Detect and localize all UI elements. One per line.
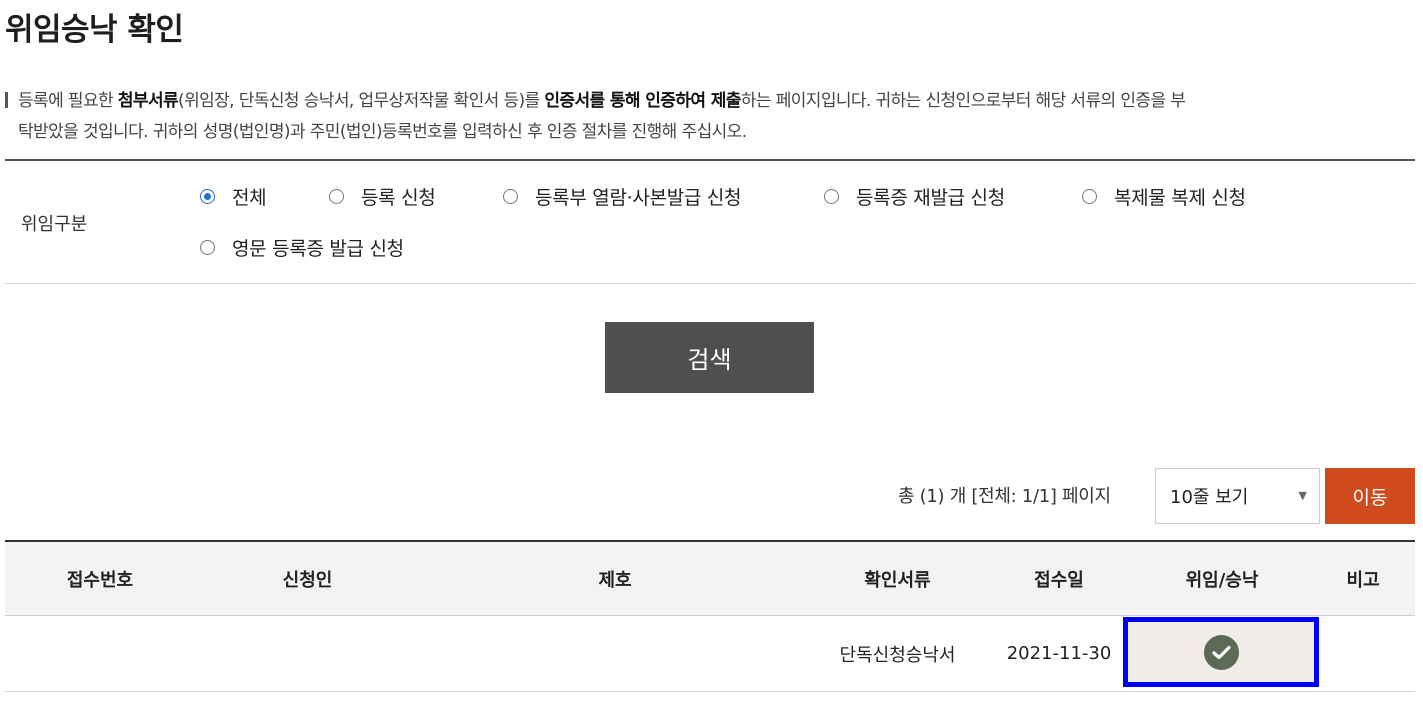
dropdown-arrow-icon: ▼ (1298, 489, 1307, 502)
filter-label: 위임구분 (21, 214, 88, 235)
cell-receipt-no (5, 616, 195, 691)
cell-date: 2021-11-30 (1006, 643, 1112, 664)
rows-per-page-select[interactable]: 10줄 보기 ▼ (1155, 468, 1320, 524)
notice-text: 등록에 필요한 첨부서류(위임장, 단독신청 승낙서, 업무상저작물 확인서 등… (5, 86, 1417, 148)
notice-line-1: 등록에 필요한 첨부서류(위임장, 단독신청 승낙서, 업무상저작물 확인서 등… (5, 86, 1417, 117)
notice-bold-1: 첨부서류 (117, 91, 179, 111)
radio-button-icon[interactable] (824, 189, 839, 204)
search-button[interactable]: 검색 (605, 322, 814, 393)
radio-button-icon[interactable] (329, 189, 344, 204)
check-icon[interactable] (1203, 634, 1239, 670)
page: 위임승낙 확인 등록에 필요한 첨부서류(위임장, 단독신청 승낙서, 업무상저… (0, 0, 1423, 701)
notice-part-2: (위임장, 단독신청 승낙서, 업무상저작물 확인서 등)를 (178, 91, 545, 111)
page-title: 위임승낙 확인 (5, 12, 184, 48)
radio-option-label: 전체 (232, 187, 267, 209)
radio-option-label: 등록 신청 (361, 187, 436, 209)
column-header-date: 접수일 (1034, 569, 1084, 591)
cell-note (1311, 616, 1415, 691)
filter-top-divider (5, 159, 1415, 161)
notice-bold-2: 인증서를 통해 인증하여 제출 (544, 91, 741, 111)
column-header-document: 확인서류 (864, 569, 931, 591)
radio-option-english-certificate[interactable]: 영문 등록증 발급 신청 (200, 234, 404, 261)
radio-option-label: 복제물 복제 신청 (1114, 187, 1246, 209)
radio-option-label: 등록증 재발급 신청 (856, 187, 1005, 209)
rows-per-page-value: 10줄 보기 (1170, 487, 1249, 508)
radio-option-all[interactable]: 전체 (200, 183, 267, 210)
radio-option-registration[interactable]: 등록 신청 (329, 183, 436, 210)
radio-option-label: 등록부 열람·사본발급 신청 (535, 187, 742, 209)
column-header-receipt-no: 접수번호 (66, 569, 134, 591)
radio-button-icon[interactable] (503, 189, 518, 204)
cell-title (420, 616, 810, 691)
cell-status-highlighted[interactable] (1123, 617, 1319, 687)
checkmark-glyph (1211, 645, 1231, 659)
column-header-applicant: 신청인 (282, 569, 333, 591)
radio-button-icon[interactable] (1082, 189, 1097, 204)
pagination-info: 총 (1) 개 [전체: 1/1] 페이지 (898, 486, 1111, 507)
column-header-title: 제호 (598, 569, 632, 591)
table-row: 단독신청승낙서 2021-11-30 (5, 616, 1415, 692)
cell-document: 단독신청승낙서 (839, 644, 956, 666)
notice-part-3: 하는 페이지입니다. 귀하는 신청인으로부터 해당 서류의 인증을 부 (740, 91, 1186, 111)
column-header-status: 위임/승낙 (1185, 569, 1259, 591)
table-header: 접수번호 신청인 제호 확인서류 접수일 위임/승낙 비고 (5, 542, 1415, 616)
radio-option-label: 영문 등록증 발급 신청 (232, 238, 404, 260)
notice-bullet-bar (5, 92, 8, 108)
cell-applicant (195, 616, 420, 691)
radio-button-icon[interactable] (200, 189, 215, 204)
column-header-note: 비고 (1346, 569, 1380, 591)
notice-line-2: 탁받았을 것입니다. 귀하의 성명(법인명)과 주민(법인)등록번호를 입력하신… (18, 122, 747, 142)
go-button[interactable]: 이동 (1325, 468, 1415, 524)
radio-option-certificate-reissue[interactable]: 등록증 재발급 신청 (824, 183, 1005, 210)
notice-part-1: 등록에 필요한 (18, 91, 118, 111)
radio-option-copy-reproduction[interactable]: 복제물 복제 신청 (1082, 183, 1246, 210)
radio-button-icon[interactable] (200, 240, 215, 255)
radio-option-register-view-copy[interactable]: 등록부 열람·사본발급 신청 (503, 183, 742, 210)
filter-bottom-divider (5, 283, 1415, 284)
